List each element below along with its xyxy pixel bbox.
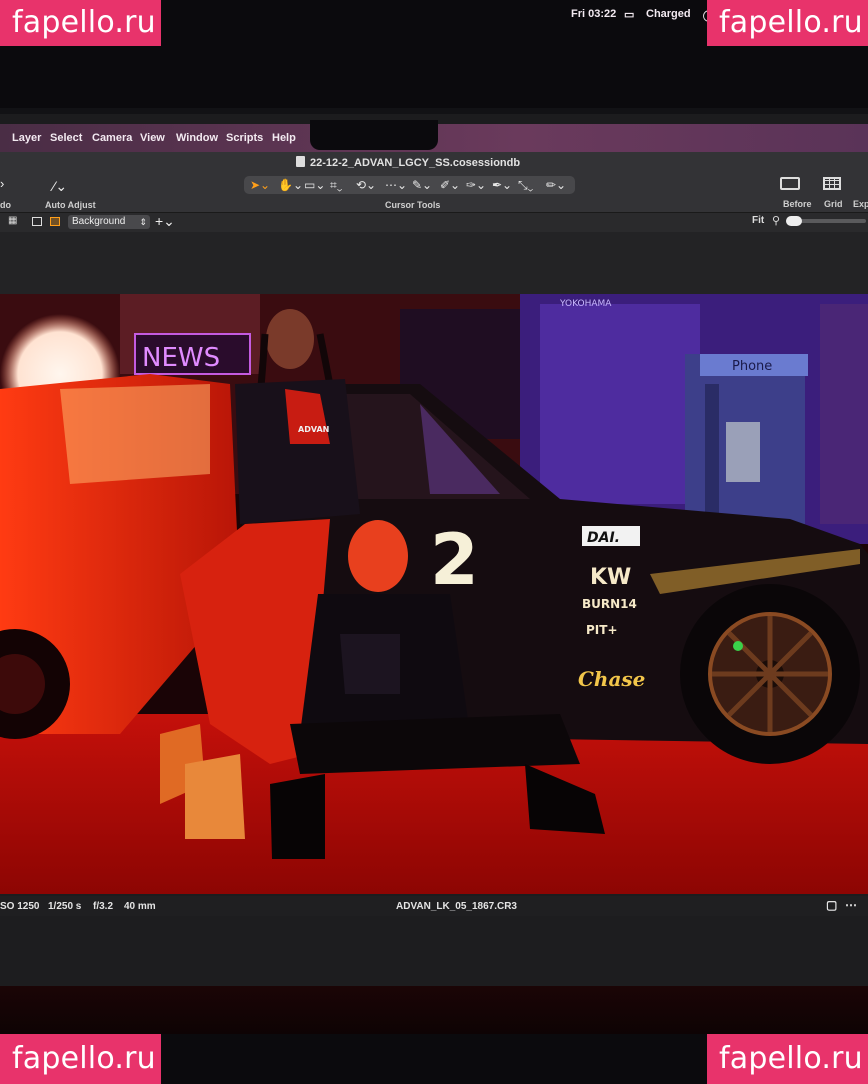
before-label[interactable]: Before [783, 199, 812, 209]
gradient-tool-icon[interactable]: ✑⌄ [466, 178, 486, 192]
more-icon[interactable]: ⋯ [845, 898, 857, 912]
zoom-icon[interactable]: ⚲ [772, 214, 780, 227]
auto-adjust-label[interactable]: Auto Adjust [45, 200, 96, 210]
wall-yokohama-text: YOKOHAMA [559, 299, 612, 309]
car-number: 2 [430, 519, 479, 601]
layer-select[interactable]: Background ⇕ [68, 215, 150, 229]
cursor-tools-label: Cursor Tools [385, 200, 441, 210]
loupe-tool-icon[interactable]: ▭⌄ [304, 178, 325, 192]
brush-tool-icon[interactable]: ✎⌄ [412, 178, 432, 192]
watermark-top-right: fapello.ru [707, 0, 868, 46]
decal-burn: BURN14 [582, 597, 637, 611]
menu-camera[interactable]: Camera [92, 132, 132, 144]
pointer-tool-icon[interactable]: ➤⌄ [250, 178, 270, 192]
photo-illustration: NEWS YOKOHAMA Phone 2 DAI. KW BURN14 PIT… [0, 294, 868, 894]
layer-select-value: Background [72, 216, 126, 227]
clock[interactable]: Fri 03:22 [571, 8, 616, 20]
jacket-logo: ADVAN [298, 425, 329, 434]
monitor-bezel [0, 986, 868, 1034]
single-view-icon[interactable] [32, 217, 42, 226]
watermark-bottom-left: fapello.ru [0, 1034, 161, 1084]
picker-tool-icon[interactable]: ⤡⌄ [518, 178, 533, 193]
chevron-updown-icon: ⇕ [139, 217, 147, 227]
undo-label-partial[interactable]: do [0, 200, 11, 210]
before-after-icon[interactable] [780, 177, 800, 190]
decal-kw: KW [590, 565, 631, 590]
view-mode-icon[interactable]: ▢ [826, 898, 837, 912]
decal-dai: DAI. [587, 530, 620, 546]
heal-tool-icon[interactable]: ✒⌄ [492, 178, 512, 192]
menu-scripts[interactable]: Scripts [226, 132, 263, 144]
menu-layer[interactable]: Layer [12, 132, 41, 144]
phone-sign: Phone [732, 359, 772, 374]
decal-chase: Chase [578, 667, 645, 691]
watermark-top-left: fapello.ru [0, 0, 161, 46]
watermark-bottom-right: fapello.ru [707, 1034, 868, 1084]
decal-pit: PIT+ [586, 623, 618, 637]
battery-status[interactable]: Charged [646, 8, 691, 20]
keystone-tool-icon[interactable]: ⋯⌄ [385, 178, 407, 192]
magic-wand-icon[interactable]: ⁄⌄ [53, 178, 67, 195]
grid-view-icon[interactable]: ▦ [8, 215, 17, 226]
menu-help[interactable]: Help [272, 132, 296, 144]
image-info-bar: SO 1250 1/250 s f/3.2 40 mm ADVAN_LK_05_… [0, 896, 868, 916]
viewer-bottom-area [0, 916, 868, 986]
eraser-tool-icon[interactable]: ✐⌄ [440, 178, 460, 192]
menu-window[interactable]: Window [176, 132, 218, 144]
pan-tool-icon[interactable]: ✋⌄ [278, 178, 303, 192]
zoom-slider-knob[interactable] [786, 216, 802, 226]
document-icon [296, 156, 305, 167]
iso-value: SO 1250 [0, 901, 40, 912]
undo-icon[interactable]: › [0, 176, 4, 191]
add-layer-icon[interactable]: +⌄ [155, 213, 175, 230]
menu-view[interactable]: View [140, 132, 165, 144]
shutter-value: 1/250 s [48, 901, 82, 912]
aperture-value: f/3.2 [93, 901, 114, 912]
annotate-tool-icon[interactable]: ✏⌄ [546, 178, 566, 192]
crop-tool-icon[interactable]: ⌗⌄ [330, 178, 342, 193]
camera-notch [310, 120, 438, 150]
filename: ADVAN_LK_05_1867.CR3 [396, 901, 517, 912]
grid-label[interactable]: Grid [824, 199, 843, 209]
focal-value: 40 mm [124, 901, 156, 912]
battery-app-icon[interactable]: ▭ [624, 8, 634, 21]
news-sign: NEWS [142, 343, 220, 373]
export-label-partial[interactable]: Exp [853, 199, 868, 209]
menu-select[interactable]: Select [50, 132, 82, 144]
grid-icon[interactable] [823, 177, 841, 190]
eye-view-icon[interactable] [50, 217, 60, 226]
rotate-tool-icon[interactable]: ⟲⌄ [356, 178, 376, 192]
window-title: 22-12-2_ADVAN_LGCY_SS.cosessiondb [310, 157, 521, 169]
photo-preview[interactable]: NEWS YOKOHAMA Phone 2 DAI. KW BURN14 PIT… [0, 294, 868, 894]
zoom-fit-label[interactable]: Fit [752, 215, 764, 226]
